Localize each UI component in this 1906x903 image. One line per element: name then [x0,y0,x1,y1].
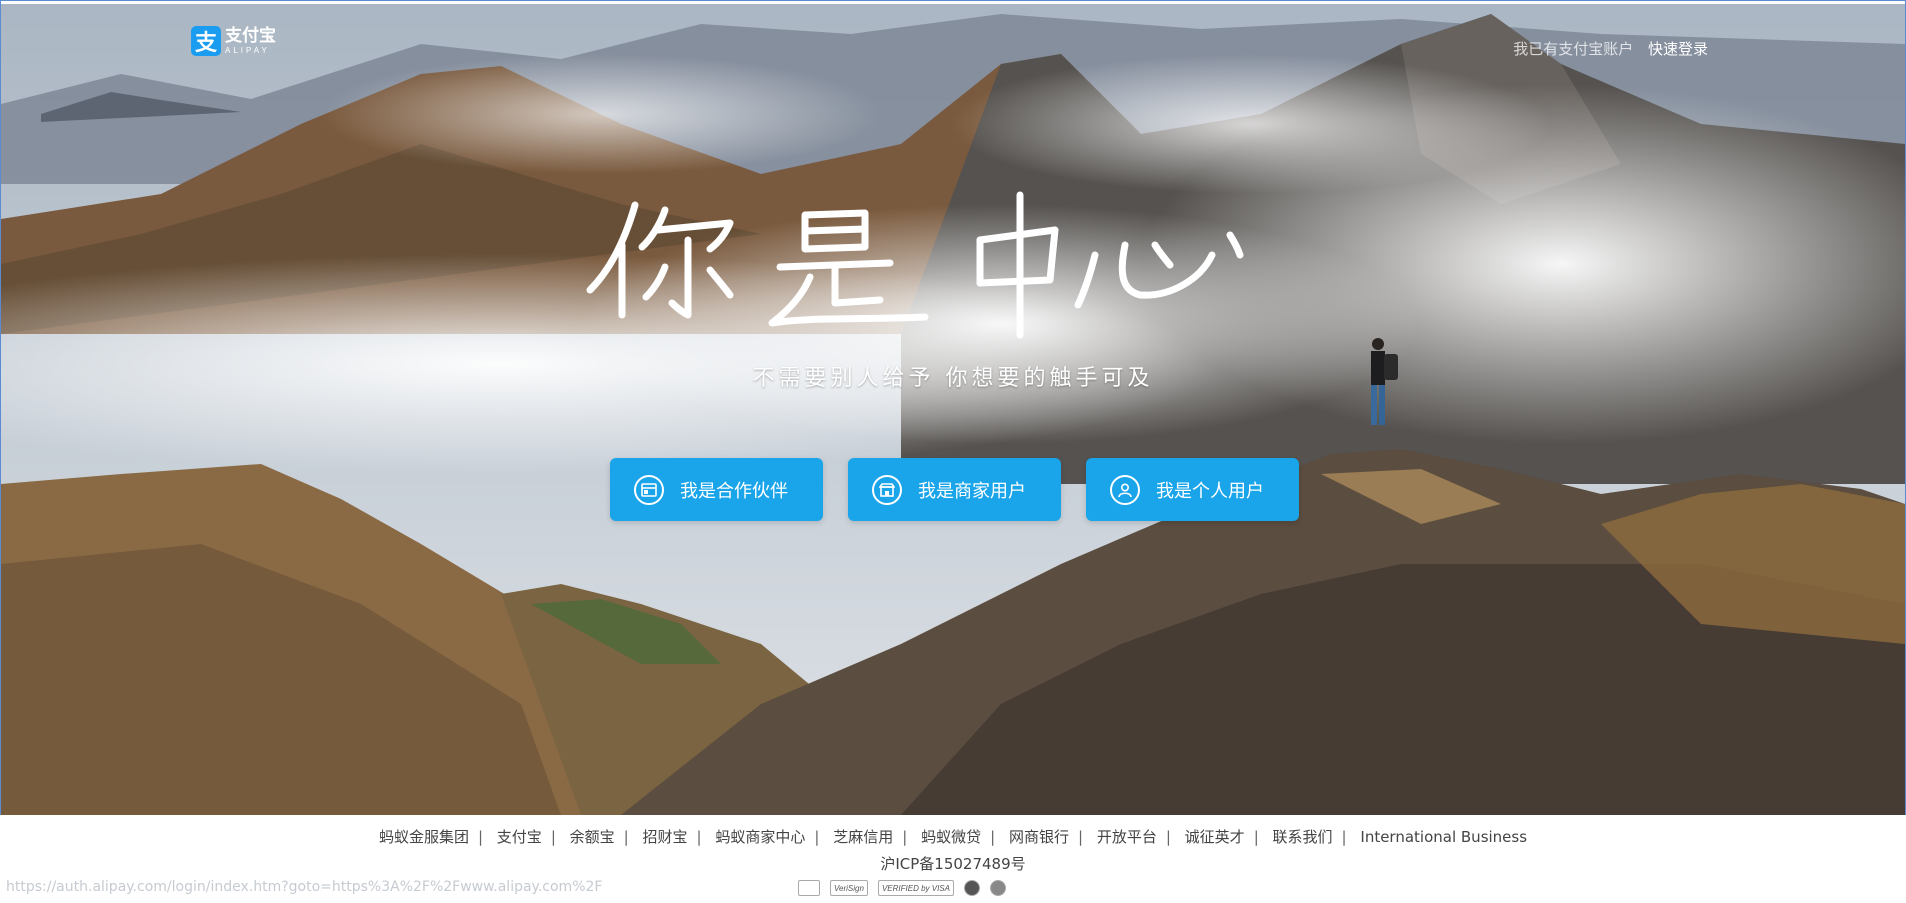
alipay-logo[interactable]: 支 支付宝 ALIPAY [191,26,276,56]
merchant-button[interactable]: 我是商家用户 [848,458,1061,521]
partner-button[interactable]: 我是合作伙伴 [610,458,823,521]
logo-name-en: ALIPAY [225,45,270,55]
hero-subline: 不需要别人给予 你想要的触手可及 [752,366,1154,391]
hero-background [1,4,1905,815]
merchant-button-label: 我是商家用户 [918,480,1026,502]
shop-icon [872,474,902,505]
personal-button-label: 我是个人用户 [1156,480,1264,502]
footer-link-zhaocaibao[interactable]: 招财宝 [643,828,688,846]
partner-card-icon [634,474,664,505]
certificate-badge-icon[interactable] [798,880,820,896]
logo-name: 支付宝 [225,25,276,46]
quick-login-link[interactable]: 快速登录 [1648,40,1708,58]
verisign-badge-icon[interactable]: VeriSign [830,880,868,896]
footer-link-alipay[interactable]: 支付宝 [497,828,542,846]
user-icon [1110,474,1140,505]
mountain-landscape [1,4,1905,815]
icp-license[interactable]: 沪ICP备15027489号 [0,853,1906,874]
logo-text: 支付宝 ALIPAY [225,25,276,55]
footer-link-contact[interactable]: 联系我们 [1273,828,1333,846]
hero-headline [580,185,1340,345]
footer-links: 蚂蚁金服集团 | 支付宝 | 余额宝 | 招财宝 | 蚂蚁商家中心 | 芝麻信用 | 蚂蚁微… [378,828,1528,846]
footer-link-mybank[interactable]: 网商银行 [1009,828,1069,846]
verified-by-visa-badge-icon[interactable]: VERIFIED by VISA [877,880,954,896]
existing-user-text: 我已有支付宝账户 [1513,40,1634,58]
footer-link-antfin[interactable]: 蚂蚁金服集团 [379,828,469,846]
partner-button-label: 我是合作伙伴 [680,480,788,502]
role-buttons: 我是合作伙伴 我是商家用户 我是个人用户 [610,458,1299,521]
police-badge-icon[interactable] [989,880,1006,896]
footer-link-microloan[interactable]: 蚂蚁微贷 [921,828,981,846]
headline-calligraphy [586,191,1244,339]
login-prompt: 我已有支付宝账户 快速登录 [1513,38,1708,59]
personal-button[interactable]: 我是个人用户 [1086,458,1299,521]
footer: 蚂蚁金服集团 | 支付宝 | 余额宝 | 招财宝 | 蚂蚁商家中心 | 芝麻信用 | 蚂蚁微… [0,815,1906,903]
footer-link-careers[interactable]: 诚征英才 [1185,828,1245,846]
footer-link-merchant-center[interactable]: 蚂蚁商家中心 [715,828,805,846]
security-badges: VeriSign VERIFIED by VISA [798,880,1006,896]
shield-badge-icon[interactable] [963,880,980,896]
status-bar-url: https://auth.alipay.com/login/index.htm?… [6,879,603,895]
footer-link-yuebao[interactable]: 余额宝 [570,828,615,846]
footer-link-zhima[interactable]: 芝麻信用 [833,828,893,846]
footer-link-open-platform[interactable]: 开放平台 [1097,828,1157,846]
footer-link-international[interactable]: International Business [1360,828,1527,846]
alipay-logo-icon: 支 [191,26,221,56]
